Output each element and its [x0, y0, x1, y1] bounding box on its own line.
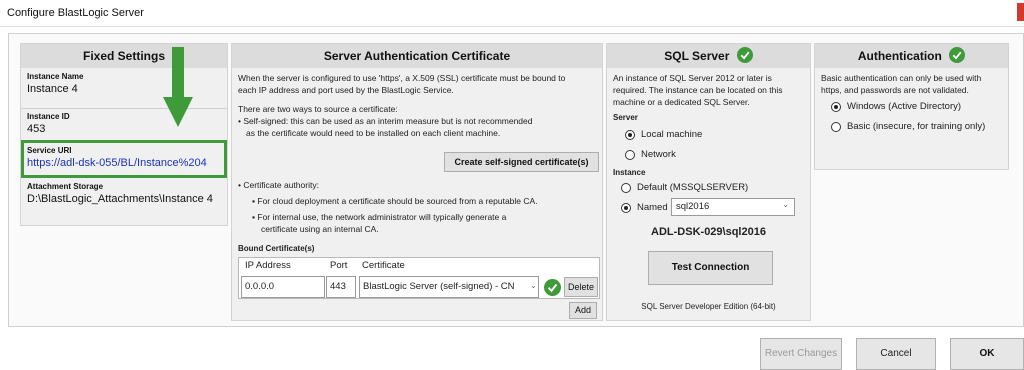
create-self-signed-button[interactable]: Create self-signed certificate(s) — [444, 152, 599, 172]
cert-selfsigned-1: • Self-signed: this can be used as an in… — [238, 116, 533, 126]
windows-auth-label: Windows (Active Directory) — [847, 101, 962, 112]
cert-internal-1: ▪ For internal use, the network administ… — [252, 212, 507, 222]
named-instance-label: Named — [637, 202, 668, 213]
fixed-settings-heading: Fixed Settings — [21, 44, 227, 68]
cancel-button[interactable]: Cancel — [856, 338, 936, 370]
cert-intro-2: each IP address and port used by the Bla… — [238, 85, 454, 95]
instance-id-label: Instance ID — [27, 112, 70, 121]
sql-desc-1: An instance of SQL Server 2012 or later … — [613, 73, 772, 83]
network-radio[interactable] — [625, 150, 635, 160]
named-instance-select[interactable]: sql2016 ⌄ — [671, 198, 795, 216]
chevron-down-icon: ⌄ — [530, 281, 537, 290]
column-header-ip: IP Address — [245, 260, 291, 271]
basic-auth-radio[interactable] — [831, 122, 841, 132]
revert-changes-button[interactable]: Revert Changes — [760, 338, 842, 370]
named-instance-radio[interactable] — [621, 203, 631, 213]
cert-internal-2: certificate using an internal CA. — [261, 224, 379, 234]
cert-intro-1: When the server is configured to use 'ht… — [238, 73, 566, 83]
default-instance-radio[interactable] — [621, 183, 631, 193]
cert-cloud: ▪ For cloud deployment a certificate sho… — [252, 196, 538, 206]
cert-selfsigned-2: as the certificate would need to be inst… — [246, 128, 501, 138]
service-uri-link[interactable]: https://adl-dsk-055/BL/Instance%204 — [27, 157, 207, 169]
sql-server-name: ADL-DSK-029\sql2016 — [651, 226, 766, 238]
sql-server-panel: SQL Server An instance of SQL Server 201… — [606, 43, 811, 321]
test-connection-button[interactable]: Test Connection — [648, 251, 773, 285]
certificate-heading: Server Authentication Certificate — [232, 44, 602, 68]
attachment-storage-value: D:\BlastLogic_Attachments\Instance 4 — [27, 193, 213, 205]
fixed-settings-panel: Fixed Settings Instance Name Instance 4 … — [20, 43, 228, 226]
check-circle-icon — [949, 47, 966, 64]
down-arrow-icon — [163, 47, 193, 127]
instance-label: Instance — [613, 168, 646, 177]
sql-heading: SQL Server — [607, 44, 810, 68]
instance-id-value: 453 — [27, 123, 46, 135]
delete-button[interactable]: Delete — [564, 277, 598, 297]
ip-address-input[interactable]: 0.0.0.0 — [241, 276, 325, 298]
cert-authority: • Certificate authority: — [238, 180, 319, 190]
instance-name-value: Instance 4 — [27, 83, 78, 95]
port-input[interactable]: 443 — [326, 276, 356, 298]
check-circle-icon — [544, 279, 561, 296]
attachment-storage-label: Attachment Storage — [27, 182, 104, 191]
column-header-port: Port — [330, 260, 348, 271]
server-label: Server — [613, 113, 638, 122]
local-machine-radio[interactable] — [625, 130, 635, 140]
auth-desc-2: https, and passwords are not validated. — [821, 85, 969, 95]
divider — [21, 108, 227, 109]
sql-desc-3: machine or a dedicated SQL Server. — [613, 97, 750, 107]
bound-certificates-label: Bound Certificate(s) — [238, 244, 315, 253]
sql-edition: SQL Server Developer Edition (64-bit) — [641, 302, 776, 311]
service-uri-label: Service URI — [27, 146, 72, 155]
title-bar: Configure BlastLogic Server — [0, 0, 1024, 27]
basic-auth-label: Basic (insecure, for training only) — [847, 121, 986, 132]
auth-heading: Authentication — [815, 44, 1008, 68]
window-title: Configure BlastLogic Server — [7, 7, 144, 19]
auth-heading-text: Authentication — [857, 49, 942, 63]
certificate-panel: Server Authentication Certificate When t… — [231, 43, 603, 321]
add-button[interactable]: Add — [569, 302, 597, 319]
authentication-panel: Authentication Basic authentication can … — [814, 43, 1009, 170]
check-circle-icon — [736, 47, 753, 64]
certificate-select[interactable]: BlastLogic Server (self-signed) - CN — [359, 276, 539, 298]
ok-button[interactable]: OK — [950, 338, 1024, 370]
bound-certificates-table: IP Address Port Certificate 0.0.0.0 443 … — [238, 257, 600, 299]
named-instance-value: sql2016 — [676, 201, 710, 212]
column-header-certificate: Certificate — [362, 260, 405, 271]
sql-desc-2: required. The instance can be located on… — [613, 85, 783, 95]
chevron-down-icon: ⌄ — [782, 200, 789, 209]
cert-ways: There are two ways to source a certifica… — [238, 104, 398, 114]
default-instance-label: Default (MSSQLSERVER) — [637, 182, 749, 193]
sql-heading-text: SQL Server — [664, 49, 730, 63]
close-button[interactable] — [1017, 3, 1024, 21]
windows-auth-radio[interactable] — [831, 102, 841, 112]
local-machine-label: Local machine — [641, 129, 703, 140]
network-label: Network — [641, 149, 676, 160]
instance-name-label: Instance Name — [27, 72, 84, 81]
certificate-select-value: BlastLogic Server (self-signed) - CN — [363, 281, 515, 292]
auth-desc-1: Basic authentication can only be used wi… — [821, 73, 982, 83]
